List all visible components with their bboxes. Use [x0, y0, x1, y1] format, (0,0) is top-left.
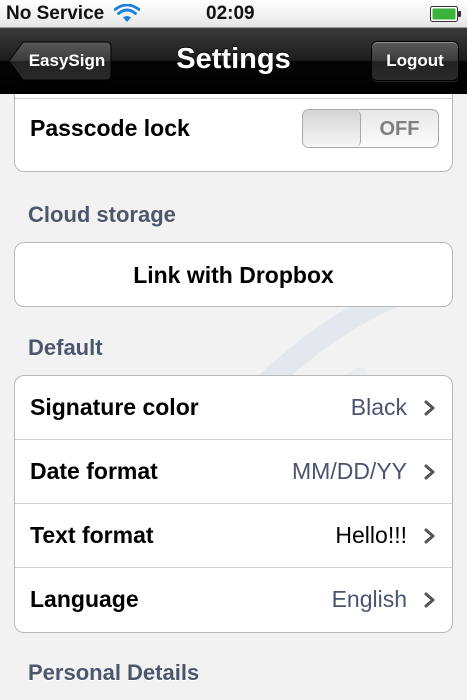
wifi-icon — [114, 4, 140, 22]
signature-color-value: Black — [350, 394, 407, 420]
language-label: Language — [30, 586, 139, 612]
link-dropbox-label: Link with Dropbox — [133, 262, 334, 288]
clock: 02:09 — [206, 3, 255, 24]
toggle-state-label: OFF — [379, 118, 420, 140]
personal-details-header: Personal Details — [28, 660, 200, 685]
language-row[interactable]: Language English — [15, 568, 452, 632]
passcode-row[interactable]: Passcode lock OFF — [15, 99, 452, 171]
chevron-right-icon — [424, 592, 435, 608]
chevron-right-icon — [424, 464, 435, 480]
chevron-right-icon — [424, 528, 435, 544]
passcode-label: Passcode lock — [30, 115, 190, 141]
text-format-value: Hello!!! — [335, 522, 407, 548]
passcode-group: Passcode lock OFF — [14, 94, 453, 172]
logout-button[interactable]: Logout — [371, 41, 459, 81]
language-value: English — [331, 586, 407, 612]
status-bar: No Service 02:09 — [0, 0, 467, 28]
text-format-row[interactable]: Text format Hello!!! — [15, 504, 452, 568]
carrier-label: No Service — [6, 3, 105, 24]
text-format-label: Text format — [30, 522, 154, 548]
chevron-right-icon — [424, 400, 435, 416]
signature-color-label: Signature color — [30, 394, 199, 420]
passcode-toggle[interactable]: OFF — [302, 109, 439, 148]
signature-color-row[interactable]: Signature color Black — [15, 376, 452, 440]
date-format-value: MM/DD/YY — [292, 458, 407, 484]
date-format-label: Date format — [30, 458, 158, 484]
default-header: Default — [28, 335, 103, 360]
navigation-bar: EasySign Settings Logout — [0, 28, 467, 94]
default-group: Signature color Black Date format MM/DD/… — [14, 375, 453, 633]
date-format-row[interactable]: Date format MM/DD/YY — [15, 440, 452, 504]
battery-icon — [430, 6, 461, 22]
link-dropbox-button[interactable]: Link with Dropbox — [14, 242, 453, 307]
cloud-storage-header: Cloud storage — [28, 202, 176, 227]
toggle-knob — [303, 110, 361, 147]
settings-content[interactable]: Passcode lock OFF Cloud storage Link wit… — [0, 94, 467, 700]
